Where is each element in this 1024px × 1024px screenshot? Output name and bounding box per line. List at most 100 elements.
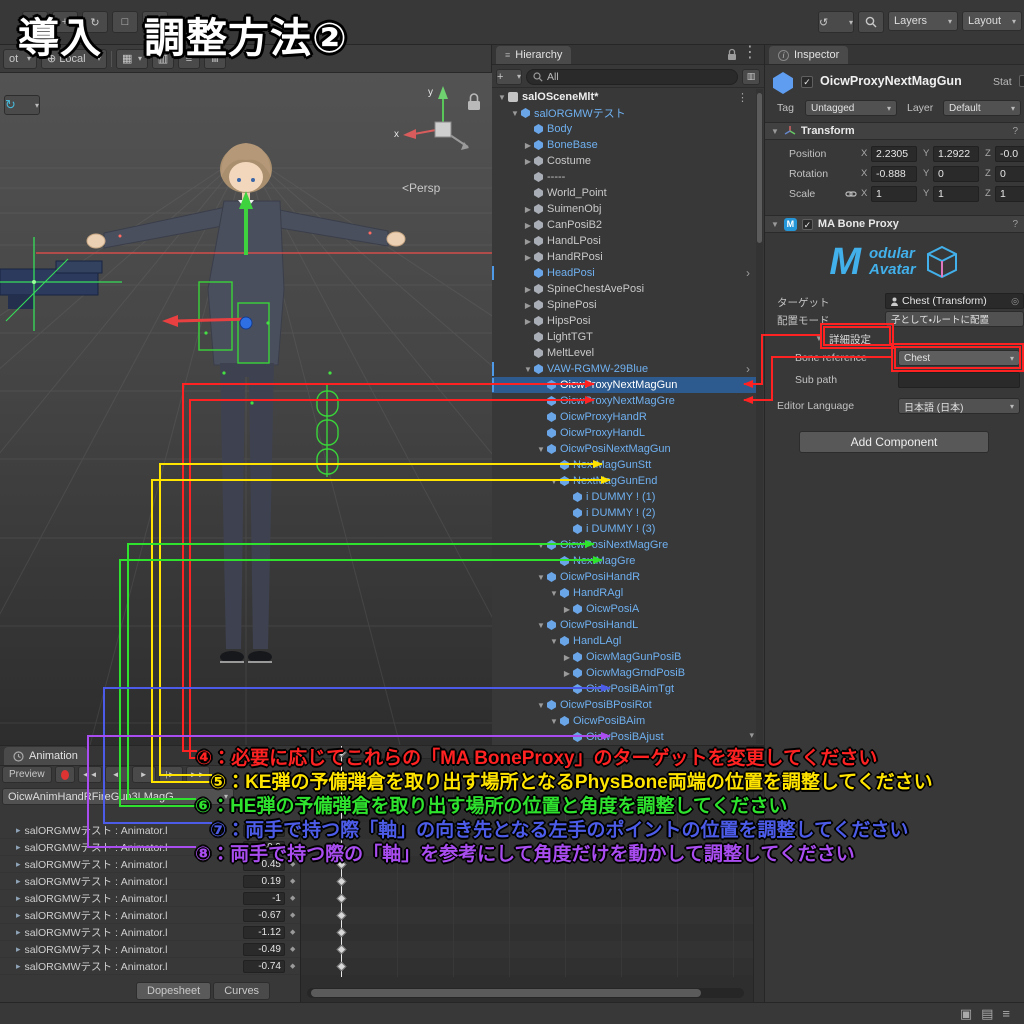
foldout-closed-icon[interactable]: ▶ xyxy=(522,253,534,262)
hierarchy-row-world-point[interactable]: World_Point xyxy=(492,185,757,201)
dopesheet-scrollbar[interactable] xyxy=(307,988,744,998)
rotation-y-field[interactable]: 0 xyxy=(933,166,979,182)
foldout-open-icon[interactable]: ▼ xyxy=(535,445,547,454)
tab-hierarchy[interactable]: ≡ Hierarchy xyxy=(496,46,571,64)
panel-menu-icon[interactable]: ⋮ xyxy=(742,42,758,62)
hierarchy-row-oicwproxynextmaggun[interactable]: OicwProxyNextMagGun xyxy=(492,377,757,393)
foldout-closed-icon[interactable]: ▶ xyxy=(561,669,573,678)
foldout-closed-icon[interactable]: ▶ xyxy=(522,237,534,246)
keyframe-toggle-icon[interactable]: ◆ xyxy=(290,894,295,902)
record-button[interactable] xyxy=(55,766,75,783)
hierarchy-row-i-dummy-2[interactable]: i DUMMY ! (2) xyxy=(492,505,757,521)
animated-property-row-4[interactable]: ▸salORGMWテスト : Animator.l0.19◆ xyxy=(0,873,300,890)
scene-camera-button[interactable]: ↻ ▾ xyxy=(4,95,40,115)
position-y-field[interactable]: 1.2922 xyxy=(933,146,979,162)
foldout-closed-icon[interactable]: ▶ xyxy=(522,285,534,294)
foldout-open-icon[interactable]: ▼ xyxy=(548,477,560,486)
hierarchy-row-oicwposihandr[interactable]: ▼OicwPosiHandR xyxy=(492,569,757,585)
hierarchy-row-canposib2[interactable]: ▶CanPosiB2 xyxy=(492,217,757,233)
hierarchy-row-oicwposibaimtgt[interactable]: OicwPosiBAimTgt xyxy=(492,681,757,697)
foldout-closed-icon[interactable]: ▶ xyxy=(522,301,534,310)
persp-label[interactable]: <Persp xyxy=(402,181,441,195)
foldout-open-icon[interactable]: ▼ xyxy=(771,220,779,229)
foldout-closed-icon[interactable]: ▶ xyxy=(522,317,534,326)
foldout-open-icon[interactable]: ▼ xyxy=(548,637,560,646)
hierarchy-row-suimenobj[interactable]: ▶SuimenObj xyxy=(492,201,757,217)
link-icon[interactable] xyxy=(845,188,857,200)
prefab-open-arrow[interactable]: › xyxy=(746,266,750,280)
property-value-field[interactable]: -0.49 xyxy=(243,943,285,956)
preview-toggle[interactable]: Preview xyxy=(2,766,52,783)
add-component-button[interactable]: Add Component xyxy=(799,431,989,453)
hierarchy-row-salorgmw[interactable]: ▼salORGMWテスト xyxy=(492,105,757,121)
hierarchy-row-costume[interactable]: ▶Costume xyxy=(492,153,757,169)
hierarchy-row-oicwproxynextmaggre[interactable]: OicwProxyNextMagGre xyxy=(492,393,757,409)
foldout-open-icon[interactable]: ▼ xyxy=(548,589,560,598)
keyframe-toggle-icon[interactable]: ◆ xyxy=(290,911,295,919)
sub-path-field[interactable] xyxy=(898,372,1020,388)
animated-property-row-9[interactable]: ▸salORGMWテスト : Animator.l-0.74◆ xyxy=(0,958,300,975)
hierarchy-row-lighttgt[interactable]: LightTGT xyxy=(492,329,757,345)
foldout-open-icon[interactable]: ▼ xyxy=(535,621,547,630)
hierarchy-row-oicwproxyhandl[interactable]: OicwProxyHandL xyxy=(492,425,757,441)
hierarchy-row-nextmaggre[interactable]: NextMagGre xyxy=(492,553,757,569)
hierarchy-row-saloscenemlt[interactable]: ▼salOSceneMlt*⋮ xyxy=(492,89,757,105)
layout-dropdown[interactable]: Layout ▾ xyxy=(962,11,1022,31)
hierarchy-scrollbar[interactable] xyxy=(756,89,763,744)
foldout-open-icon[interactable]: ▼ xyxy=(815,334,823,343)
animated-property-row-8[interactable]: ▸salORGMWテスト : Animator.l-0.49◆ xyxy=(0,941,300,958)
prefab-open-arrow[interactable]: › xyxy=(746,362,750,376)
foldout-open-icon[interactable]: ▼ xyxy=(522,365,534,374)
hierarchy-row-oicwproxyhandr[interactable]: OicwProxyHandR xyxy=(492,409,757,425)
property-value-field[interactable]: 0.19 xyxy=(243,875,285,888)
hierarchy-row-item[interactable]: ----- xyxy=(492,169,757,185)
foldout-open-icon[interactable]: ▼ xyxy=(548,717,560,726)
property-value-field[interactable]: -1 xyxy=(243,892,285,905)
hierarchy-row-vaw-rgmw-29blue[interactable]: ▼VAW-RGMW-29Blue› xyxy=(492,361,757,377)
scale-y-field[interactable]: 1 xyxy=(933,186,979,202)
hierarchy-row-meltlevel[interactable]: MeltLevel xyxy=(492,345,757,361)
animated-property-row-6[interactable]: ▸salORGMWテスト : Animator.l-0.67◆ xyxy=(0,907,300,924)
layers-dropdown[interactable]: Layers ▾ xyxy=(888,11,958,31)
hierarchy-row-handragl[interactable]: ▼HandRAgl xyxy=(492,585,757,601)
foldout-open-icon[interactable]: ▼ xyxy=(535,541,547,550)
attach-mode-dropdown[interactable]: 子として・ルートに配置 xyxy=(885,311,1024,327)
status-icon-1[interactable]: ▣ xyxy=(960,1006,972,1022)
keyframe-toggle-icon[interactable]: ◆ xyxy=(290,877,295,885)
foldout-closed-icon[interactable]: ▶ xyxy=(522,221,534,230)
scroll-down-icon[interactable]: ▾ xyxy=(749,730,754,741)
hierarchy-row-headposi[interactable]: HeadPosi› xyxy=(492,265,757,281)
search-button[interactable] xyxy=(858,11,884,33)
animated-property-row-7[interactable]: ▸salORGMWテスト : Animator.l-1.12◆ xyxy=(0,924,300,941)
hierarchy-search-input[interactable]: All xyxy=(526,69,738,85)
help-icon[interactable]: ? xyxy=(1012,126,1018,137)
next-key-button[interactable]: |► xyxy=(159,766,183,783)
foldout-open-icon[interactable]: ▼ xyxy=(509,109,521,118)
scene-menu-icon[interactable]: ⋮ xyxy=(737,91,748,104)
scale-x-field[interactable]: 1 xyxy=(871,186,917,202)
transform-header[interactable]: ▼ Transform ? xyxy=(765,122,1024,140)
object-picker-icon[interactable]: ◎ xyxy=(1011,296,1019,307)
hierarchy-row-bonebase[interactable]: ▶BoneBase xyxy=(492,137,757,153)
hierarchy-row-hipsposi[interactable]: ▶HipsPosi xyxy=(492,313,757,329)
foldout-closed-icon[interactable]: ▶ xyxy=(561,605,573,614)
hierarchy-row-oicwmaggrndposib[interactable]: ▶OicwMagGrndPosiB xyxy=(492,665,757,681)
hierarchy-row-body[interactable]: Body xyxy=(492,121,757,137)
play-button[interactable]: ► xyxy=(132,766,156,783)
hierarchy-row-spinechestaveposi[interactable]: ▶SpineChestAvePosi xyxy=(492,281,757,297)
hierarchy-row-i-dummy-1[interactable]: i DUMMY ! (1) xyxy=(492,489,757,505)
lock-icon[interactable] xyxy=(726,48,738,61)
foldout-open-icon[interactable]: ▼ xyxy=(496,93,508,102)
axis-y-label[interactable]: y xyxy=(428,87,433,98)
target-object-field[interactable]: Chest (Transform) ◎ xyxy=(885,293,1024,309)
tag-dropdown[interactable]: Untagged ▾ xyxy=(805,100,897,116)
foldout-closed-icon[interactable]: ▶ xyxy=(522,157,534,166)
foldout-closed-icon[interactable]: ▶ xyxy=(561,653,573,662)
foldout-open-icon[interactable]: ▼ xyxy=(535,701,547,710)
hierarchy-row-oicwposihandl[interactable]: ▼OicwPosiHandL xyxy=(492,617,757,633)
scene-view-canvas[interactable]: y x <Persp xyxy=(0,73,492,745)
hierarchy-row-oicwposibposirot[interactable]: ▼OicwPosiBPosiRot xyxy=(492,697,757,713)
property-value-field[interactable]: -0.67 xyxy=(243,909,285,922)
rotation-x-field[interactable]: -0.888 xyxy=(871,166,917,182)
hierarchy-row-nextmaggunstt[interactable]: NextMagGunStt xyxy=(492,457,757,473)
